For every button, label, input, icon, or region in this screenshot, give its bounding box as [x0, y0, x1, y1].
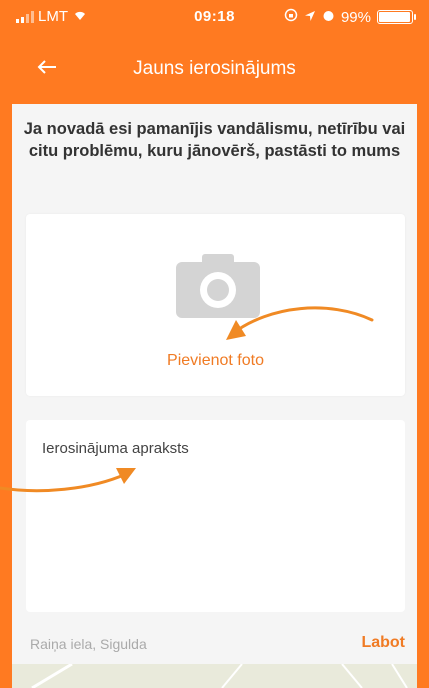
phone-screen: LMT 09:18 99% Jauns ierosinājums Ja nova… [0, 0, 429, 688]
battery-icon [377, 10, 416, 24]
battery-percent: 99% [340, 8, 371, 26]
description-placeholder: Ierosinājuma apraksts [42, 440, 189, 457]
edit-location-button[interactable]: Labot [361, 634, 405, 652]
camera-icon [176, 254, 260, 318]
status-bar: LMT 09:18 99% [12, 0, 417, 34]
alarm-icon [322, 9, 335, 26]
add-photo-label: Pievienot foto [167, 352, 264, 369]
location-icon [304, 9, 316, 26]
device-bezel-left [0, 0, 12, 688]
intro-text: Ja novadā esi pamanījis vandālismu, netī… [23, 120, 406, 160]
status-right: 99% [284, 8, 416, 26]
app-screen: LMT 09:18 99% Jauns ierosinājums Ja nova… [12, 0, 417, 688]
location-address: Raiņa iela, Sigulda [30, 636, 147, 652]
description-field[interactable]: Ierosinājuma apraksts [26, 420, 405, 612]
lock-rotation-icon [284, 8, 298, 26]
page-title: Jauns ierosinājums [133, 58, 296, 79]
device-bezel-right [417, 0, 429, 688]
map-preview[interactable] [12, 662, 417, 688]
app-header: Jauns ierosinājums [12, 34, 417, 104]
add-photo-button[interactable]: Pievienot foto [26, 214, 405, 396]
